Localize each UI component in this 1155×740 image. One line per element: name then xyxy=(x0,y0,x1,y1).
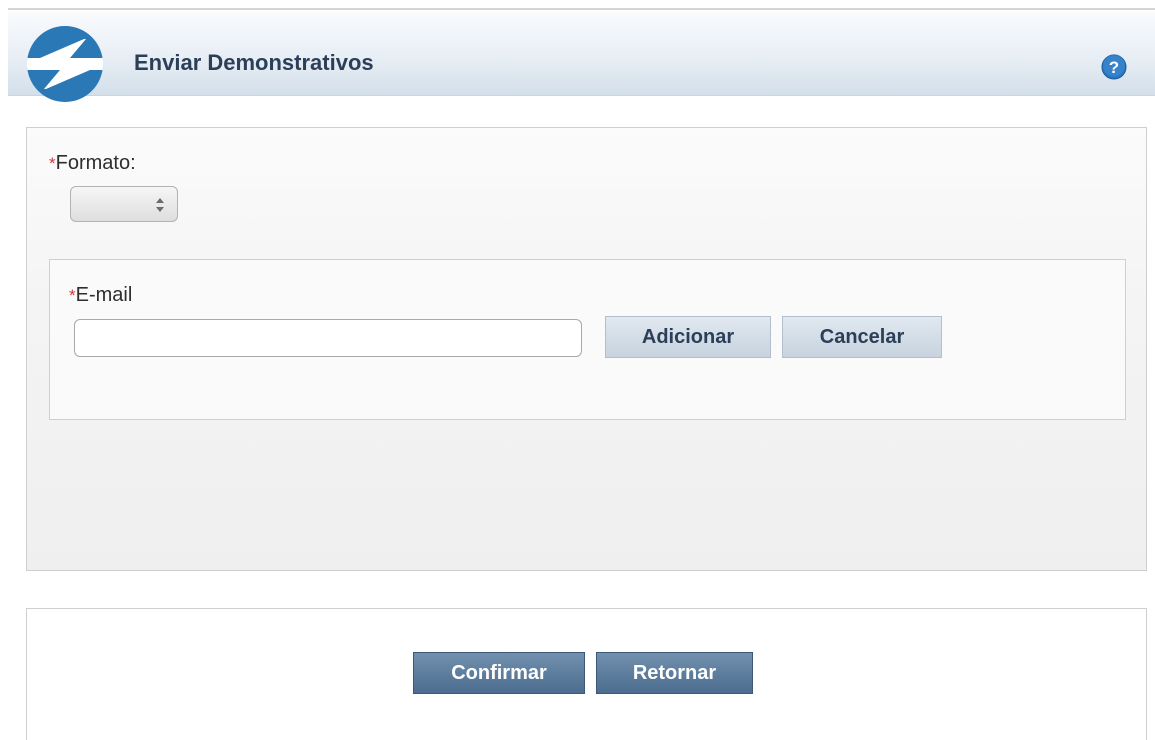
help-icon[interactable]: ? xyxy=(1101,54,1127,80)
svg-text:?: ? xyxy=(1109,58,1119,77)
email-input[interactable] xyxy=(74,319,582,357)
form-panel: *Formato: *E-mail Adicionar Cancelar xyxy=(26,127,1147,571)
formato-select[interactable] xyxy=(70,186,178,222)
email-panel: *E-mail Adicionar Cancelar xyxy=(49,259,1126,420)
email-label: *E-mail xyxy=(69,284,132,307)
top-divider xyxy=(8,8,1155,10)
return-button[interactable]: Retornar xyxy=(596,652,753,694)
email-label-text: E-mail xyxy=(75,284,133,306)
required-mark: * xyxy=(49,154,56,173)
formato-label-text: Formato: xyxy=(55,152,136,174)
add-email-button[interactable]: Adicionar xyxy=(605,316,771,358)
serpro-logo-icon xyxy=(27,26,103,102)
page-header: Enviar Demonstrativos ? xyxy=(8,12,1155,96)
action-panel: Confirmar Retornar xyxy=(26,608,1147,740)
select-arrows-icon xyxy=(156,198,164,212)
formato-label: *Formato: xyxy=(49,152,136,175)
cancel-email-button[interactable]: Cancelar xyxy=(782,316,942,358)
confirm-button[interactable]: Confirmar xyxy=(413,652,585,694)
page-title: Enviar Demonstrativos xyxy=(134,50,374,75)
page: Enviar Demonstrativos ? *Formato: *E-mai… xyxy=(0,0,1155,740)
required-mark: * xyxy=(69,286,76,305)
